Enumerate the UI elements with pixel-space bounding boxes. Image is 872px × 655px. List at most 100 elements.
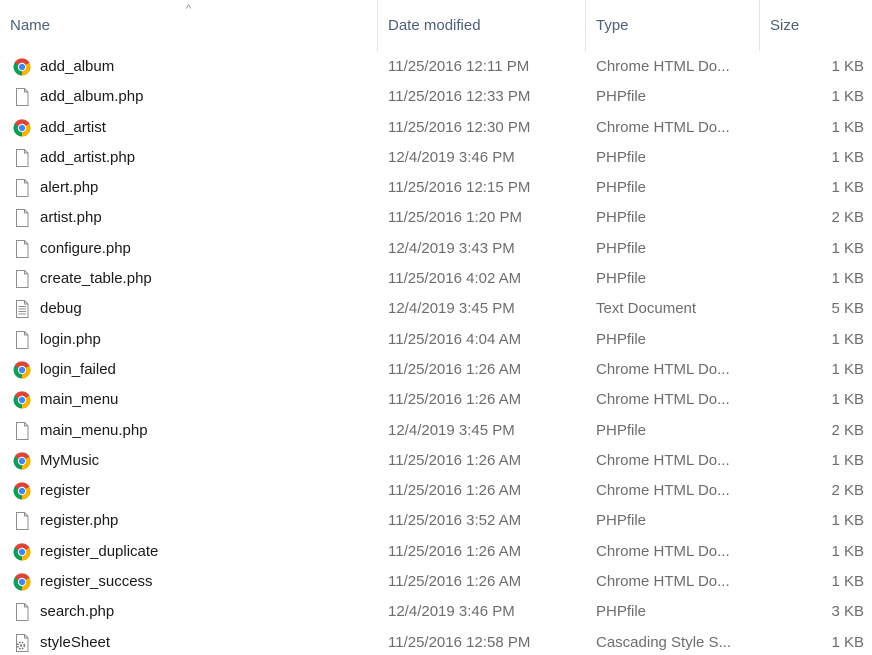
- file-row[interactable]: configure.php 12/4/2019 3:43 PM PHPfile 1 K…: [0, 234, 872, 264]
- file-row[interactable]: add_artist 11/25/2016 12:30 PM Chrome HTML…: [0, 113, 872, 143]
- file-row[interactable]: artist.php 11/25/2016 1:20 PM PHPfile 2 KB: [0, 203, 872, 233]
- file-type: PHPfile: [596, 88, 647, 106]
- column-header-date-modified[interactable]: Date modified: [377, 0, 585, 51]
- file-size: 1 KB: [831, 360, 864, 378]
- chrome-html-icon: [12, 451, 32, 471]
- file-size: 1 KB: [831, 512, 864, 530]
- file-name: alert.php: [40, 179, 99, 197]
- file-name: search.php: [40, 603, 115, 621]
- chrome-html-icon: [12, 572, 32, 592]
- file-size: 5 KB: [831, 300, 864, 318]
- file-size: 1 KB: [831, 58, 864, 75]
- file-size: 1 KB: [831, 573, 864, 591]
- file-date-modified: 11/25/2016 12:11 PM: [388, 58, 530, 75]
- column-header-name-label: Name: [10, 17, 51, 34]
- file-row[interactable]: add_artist.php 12/4/2019 3:46 PM PHPfile 1 …: [0, 143, 872, 173]
- file-size: 3 KB: [831, 603, 864, 621]
- file-name: register_duplicate: [40, 542, 159, 560]
- chrome-html-icon: [12, 481, 32, 501]
- file-type: Cascading Style S...: [596, 633, 732, 651]
- file-date-modified: 11/25/2016 1:26 AM: [388, 482, 522, 500]
- file-row[interactable]: register 11/25/2016 1:26 AM Chrome HTML Do…: [0, 476, 872, 506]
- file-row[interactable]: search.php 12/4/2019 3:46 PM PHPfile 3 KB: [0, 597, 872, 627]
- file-date-modified: 12/4/2019 3:43 PM: [388, 239, 515, 257]
- file-name: add_artist: [40, 118, 106, 136]
- file-icon: [12, 178, 32, 198]
- file-type: PHPfile: [596, 603, 647, 621]
- file-row[interactable]: debug 12/4/2019 3:45 PM Text Document 5 KB: [0, 294, 872, 324]
- file-row[interactable]: add_album.php 11/25/2016 12:33 PM PHPfile 1…: [0, 82, 872, 112]
- file-type: Chrome HTML Do...: [596, 451, 730, 469]
- file-date-modified: 12/4/2019 3:46 PM: [388, 603, 515, 621]
- file-icon: [12, 87, 32, 107]
- file-row[interactable]: main_menu 11/25/2016 1:26 AM Chrome HTML D…: [0, 385, 872, 415]
- file-row[interactable]: styleSheet 11/25/2016 12:58 PM Cascading S…: [0, 628, 872, 655]
- file-type: Chrome HTML Do...: [596, 573, 730, 591]
- file-row[interactable]: alert.php 11/25/2016 12:15 PM PHPfile 1 KB: [0, 173, 872, 203]
- file-name: configure.php: [40, 239, 131, 257]
- file-type: PHPfile: [596, 239, 647, 257]
- file-size: 1 KB: [831, 542, 864, 560]
- file-icon: [12, 330, 32, 350]
- file-type: PHPfile: [596, 512, 647, 530]
- file-type: Chrome HTML Do...: [596, 58, 730, 75]
- column-header-date-label: Date modified: [388, 17, 481, 34]
- file-name: register: [40, 482, 91, 500]
- file-row[interactable]: login.php 11/25/2016 4:04 AM PHPfile 1 KB: [0, 325, 872, 355]
- file-type: Chrome HTML Do...: [596, 360, 730, 378]
- file-size: 1 KB: [831, 118, 864, 136]
- column-header-type-label: Type: [596, 17, 629, 34]
- file-type: Chrome HTML Do...: [596, 391, 730, 409]
- file-explorer: Name ^ Date modified Type Size add_album…: [0, 0, 872, 655]
- file-size: 1 KB: [831, 451, 864, 469]
- column-header-name[interactable]: Name ^: [0, 0, 377, 51]
- file-row[interactable]: add_album 11/25/2016 12:11 PM Chrome HTML …: [0, 52, 872, 82]
- file-type: PHPfile: [596, 421, 647, 439]
- file-icon: [12, 421, 32, 441]
- sort-ascending-icon: ^: [186, 3, 192, 15]
- column-header-size-label: Size: [770, 17, 800, 34]
- chrome-html-icon: [12, 57, 32, 77]
- file-date-modified: 12/4/2019 3:46 PM: [388, 148, 515, 166]
- file-name: main_menu.php: [40, 421, 148, 439]
- file-date-modified: 11/25/2016 4:02 AM: [388, 270, 522, 288]
- file-size: 2 KB: [831, 209, 864, 227]
- file-size: 1 KB: [831, 270, 864, 288]
- file-name: main_menu: [40, 391, 119, 409]
- column-header-type[interactable]: Type: [585, 0, 759, 51]
- file-row[interactable]: main_menu.php 12/4/2019 3:45 PM PHPfile 2 K…: [0, 416, 872, 446]
- file-icon: [12, 239, 32, 259]
- column-header-bar: Name ^ Date modified Type Size: [0, 0, 872, 51]
- file-row[interactable]: register_success 11/25/2016 1:26 AM Chrome…: [0, 567, 872, 597]
- file-row[interactable]: MyMusic 11/25/2016 1:26 AM Chrome HTML Do.…: [0, 446, 872, 476]
- file-row[interactable]: register.php 11/25/2016 3:52 AM PHPfile 1 K…: [0, 506, 872, 536]
- file-size: 1 KB: [831, 239, 864, 257]
- chrome-html-icon: [12, 118, 32, 138]
- file-size: 1 KB: [831, 633, 864, 651]
- file-name: MyMusic: [40, 451, 100, 469]
- file-size: 1 KB: [831, 88, 864, 106]
- file-type: Chrome HTML Do...: [596, 542, 730, 560]
- chrome-html-icon: [12, 542, 32, 562]
- file-row[interactable]: login_failed 11/25/2016 1:26 AM Chrome HTM…: [0, 355, 872, 385]
- chrome-html-icon: [12, 390, 32, 410]
- text-document-icon: [12, 299, 32, 319]
- file-name: add_album: [40, 58, 115, 75]
- file-date-modified: 11/25/2016 1:26 AM: [388, 451, 522, 469]
- file-date-modified: 11/25/2016 1:26 AM: [388, 542, 522, 560]
- file-date-modified: 11/25/2016 4:04 AM: [388, 330, 522, 348]
- file-icon: [12, 511, 32, 531]
- file-name: add_artist.php: [40, 148, 136, 166]
- file-type: PHPfile: [596, 330, 647, 348]
- file-type: PHPfile: [596, 270, 647, 288]
- file-row[interactable]: create_table.php 11/25/2016 4:02 AM PHPfil…: [0, 264, 872, 294]
- column-header-size[interactable]: Size: [759, 0, 872, 51]
- file-date-modified: 11/25/2016 12:30 PM: [388, 118, 531, 136]
- file-date-modified: 11/25/2016 3:52 AM: [388, 512, 522, 530]
- file-size: 1 KB: [831, 148, 864, 166]
- file-type: Text Document: [596, 300, 697, 318]
- file-row[interactable]: register_duplicate 11/25/2016 1:26 AM Chro…: [0, 537, 872, 567]
- file-list: add_album 11/25/2016 12:11 PM Chrome HTML …: [0, 52, 872, 655]
- file-date-modified: 11/25/2016 1:26 AM: [388, 360, 522, 378]
- file-type: PHPfile: [596, 148, 647, 166]
